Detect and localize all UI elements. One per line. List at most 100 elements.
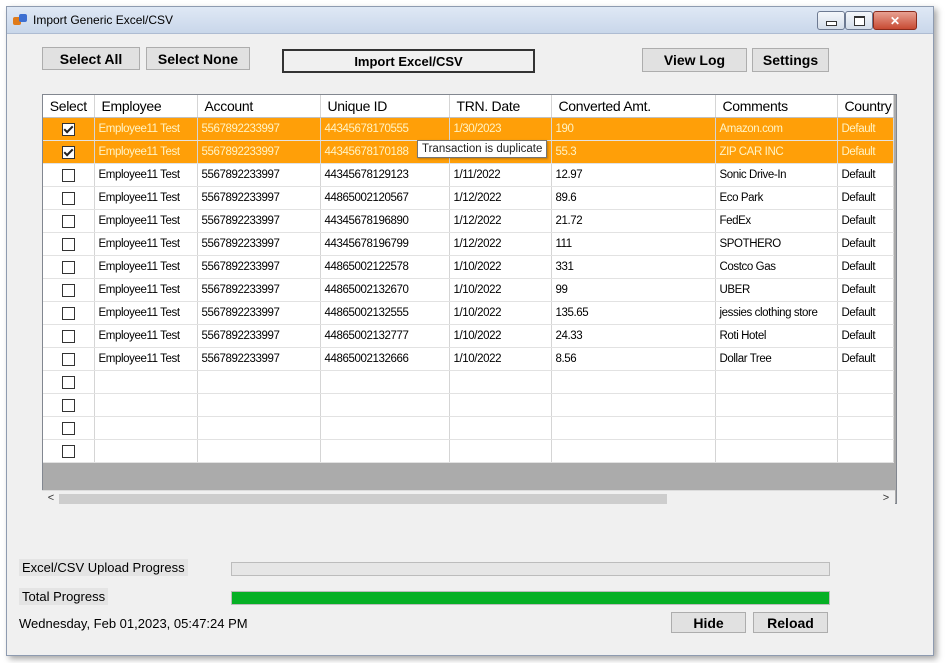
cell-employee[interactable]: Employee11 Test (94, 324, 198, 348)
table-row[interactable] (43, 370, 894, 394)
cell-trn-date[interactable]: 1/12/2022 (449, 209, 552, 233)
cell-comments[interactable] (715, 439, 838, 463)
cell-comments[interactable] (715, 416, 838, 440)
col-header-select[interactable]: Select (43, 95, 95, 118)
cell-amount[interactable]: 55.3 (551, 140, 716, 164)
cell-account[interactable] (197, 439, 321, 463)
select-all-button[interactable]: Select All (42, 47, 140, 70)
close-button[interactable]: ✕ (873, 11, 917, 30)
cell-amount[interactable]: 190 (551, 117, 716, 141)
row-checkbox[interactable] (61, 122, 75, 136)
cell-comments[interactable]: ZIP CAR INC (715, 140, 838, 164)
cell-comments[interactable]: FedEx (715, 209, 838, 233)
cell-comments[interactable] (715, 370, 838, 394)
cell-employee[interactable]: Employee11 Test (94, 186, 198, 210)
table-row[interactable]: Employee11 Test 5567892233997 448650021326… (43, 278, 894, 302)
row-checkbox[interactable] (61, 444, 75, 458)
cell-comments[interactable]: Eco Park (715, 186, 838, 210)
row-select-cell[interactable] (43, 347, 95, 371)
cell-amount[interactable] (551, 370, 716, 394)
cell-amount[interactable] (551, 393, 716, 417)
row-select-cell[interactable] (43, 232, 95, 256)
minimize-button[interactable] (817, 11, 845, 30)
cell-trn-date[interactable]: 1/12/2022 (449, 186, 552, 210)
col-header-country[interactable]: Country (837, 95, 894, 118)
cell-unique-id[interactable]: 44345678196890 (320, 209, 450, 233)
row-checkbox[interactable] (61, 237, 75, 251)
cell-comments[interactable]: Roti Hotel (715, 324, 838, 348)
cell-country[interactable] (837, 393, 894, 417)
table-row[interactable]: Employee11 Test 5567892233997 448650021225… (43, 255, 894, 279)
cell-amount[interactable]: 331 (551, 255, 716, 279)
scroll-thumb[interactable] (59, 494, 667, 504)
row-select-cell[interactable] (43, 416, 95, 440)
cell-amount[interactable] (551, 416, 716, 440)
row-checkbox[interactable] (61, 283, 75, 297)
cell-account[interactable] (197, 416, 321, 440)
cell-employee[interactable]: Employee11 Test (94, 301, 198, 325)
row-select-cell[interactable] (43, 255, 95, 279)
cell-amount[interactable]: 24.33 (551, 324, 716, 348)
cell-employee[interactable]: Employee11 Test (94, 347, 198, 371)
cell-unique-id[interactable]: 44865002122578 (320, 255, 450, 279)
cell-account[interactable]: 5567892233997 (197, 301, 321, 325)
cell-account[interactable]: 5567892233997 (197, 255, 321, 279)
row-select-cell[interactable] (43, 393, 95, 417)
cell-country[interactable] (837, 370, 894, 394)
row-select-cell[interactable] (43, 278, 95, 302)
cell-unique-id[interactable]: 44865002132670 (320, 278, 450, 302)
cell-amount[interactable]: 8.56 (551, 347, 716, 371)
table-row[interactable]: Employee11 Test 5567892233997 443456781291… (43, 163, 894, 187)
cell-comments[interactable]: Costco Gas (715, 255, 838, 279)
row-select-cell[interactable] (43, 186, 95, 210)
settings-button[interactable]: Settings (752, 48, 829, 72)
cell-comments[interactable]: UBER (715, 278, 838, 302)
cell-country[interactable]: Default (837, 163, 894, 187)
row-select-cell[interactable] (43, 370, 95, 394)
cell-comments[interactable]: jessies clothing store (715, 301, 838, 325)
row-select-cell[interactable] (43, 117, 95, 141)
cell-country[interactable]: Default (837, 255, 894, 279)
cell-unique-id[interactable] (320, 416, 450, 440)
col-header-unique-id[interactable]: Unique ID (320, 95, 450, 118)
cell-employee[interactable]: Employee11 Test (94, 163, 198, 187)
cell-account[interactable]: 5567892233997 (197, 186, 321, 210)
cell-employee[interactable] (94, 416, 198, 440)
row-checkbox[interactable] (61, 145, 75, 159)
cell-country[interactable]: Default (837, 232, 894, 256)
col-header-account[interactable]: Account (197, 95, 321, 118)
cell-amount[interactable]: 111 (551, 232, 716, 256)
scroll-left-icon[interactable]: < (44, 492, 58, 504)
table-row[interactable] (43, 393, 894, 417)
row-checkbox[interactable] (61, 191, 75, 205)
cell-unique-id[interactable]: 44865002120567 (320, 186, 450, 210)
cell-unique-id[interactable]: 44865002132555 (320, 301, 450, 325)
cell-comments[interactable]: Sonic Drive-In (715, 163, 838, 187)
cell-unique-id[interactable]: 44345678196799 (320, 232, 450, 256)
cell-country[interactable]: Default (837, 324, 894, 348)
col-header-trn-date[interactable]: TRN. Date (449, 95, 552, 118)
table-row[interactable]: Employee11 Test 5567892233997 448650021325… (43, 301, 894, 325)
select-none-button[interactable]: Select None (146, 47, 250, 70)
col-header-converted-amt[interactable]: Converted Amt. (551, 95, 716, 118)
row-checkbox[interactable] (61, 398, 75, 412)
view-log-button[interactable]: View Log (642, 48, 747, 72)
row-select-cell[interactable] (43, 439, 95, 463)
cell-trn-date[interactable] (449, 393, 552, 417)
cell-trn-date[interactable]: 1/30/2023 (449, 117, 552, 141)
cell-unique-id[interactable]: 44865002132777 (320, 324, 450, 348)
horizontal-scrollbar[interactable]: < > (42, 490, 895, 507)
cell-employee[interactable] (94, 370, 198, 394)
maximize-button[interactable] (845, 11, 873, 30)
cell-account[interactable]: 5567892233997 (197, 232, 321, 256)
cell-country[interactable]: Default (837, 186, 894, 210)
cell-account[interactable] (197, 370, 321, 394)
row-checkbox[interactable] (61, 329, 75, 343)
row-checkbox[interactable] (61, 375, 75, 389)
cell-trn-date[interactable]: 1/10/2022 (449, 347, 552, 371)
title-bar[interactable]: Import Generic Excel/CSV ✕ (7, 7, 933, 34)
row-checkbox[interactable] (61, 214, 75, 228)
cell-trn-date[interactable] (449, 416, 552, 440)
cell-amount[interactable] (551, 439, 716, 463)
cell-unique-id[interactable]: 44865002132666 (320, 347, 450, 371)
